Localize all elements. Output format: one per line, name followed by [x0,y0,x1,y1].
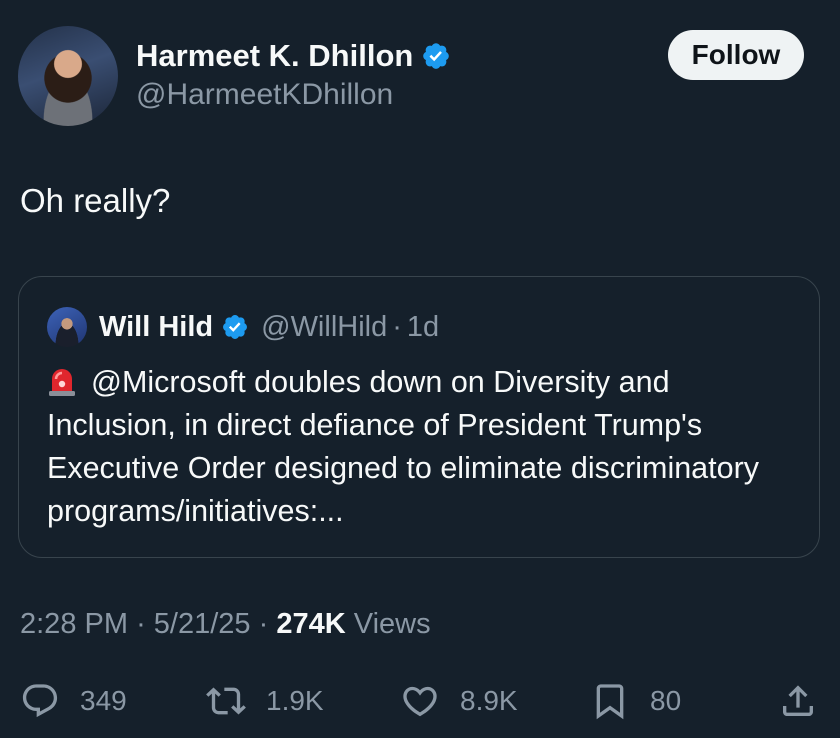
dot-separator: · [392,310,402,343]
rotating-light-emoji-icon [49,369,75,396]
dot-separator: · [258,608,269,640]
quoted-author-avatar[interactable] [47,307,87,347]
reply-count: 349 [80,685,127,716]
heart-icon [403,686,437,717]
repost-button[interactable]: 1.9K [206,676,324,726]
author-header: Harmeet K. Dhillon [136,34,451,78]
views-label: Views [353,608,431,640]
verified-badge-icon [423,43,450,69]
dot-separator: · [136,608,146,640]
share-button[interactable] [778,676,818,726]
author-handle[interactable]: @HarmeetKDhillon [136,78,393,112]
quoted-tweet-header: Will Hild @WillHild · 1d [99,305,439,349]
quoted-tweet-card[interactable]: Will Hild @WillHild · 1d @Microsoft doub… [18,276,820,558]
reply-icon [22,684,58,718]
tweet-time[interactable]: 2:28 PM [20,608,128,640]
bookmark-count: 80 [650,685,682,716]
views-count: 274K [276,608,346,640]
action-bar: 349 1.9K 8.9K 80 [0,676,840,726]
share-icon [783,685,813,716]
bookmark-icon [596,684,624,720]
like-button[interactable]: 8.9K [400,676,518,726]
author-name[interactable]: Harmeet K. Dhillon [136,38,413,74]
quoted-tweet-text: @Microsoft doubles down on Diversity and… [47,361,797,533]
verified-badge-icon [223,315,248,339]
tweet-date[interactable]: 5/21/25 [154,608,251,640]
quoted-author-handle[interactable]: @WillHild [261,311,387,344]
like-count: 8.9K [460,685,518,716]
tweet-text: Oh really? [20,182,171,219]
quoted-tweet-body: @Microsoft doubles down on Diversity and… [47,365,759,528]
follow-button[interactable]: Follow [668,30,804,80]
repost-icon [206,687,246,715]
reply-button[interactable]: 349 [20,676,127,726]
author-avatar[interactable] [18,26,118,126]
tweet-meta: 2:28 PM · 5/21/25 · 274K Views [20,608,431,641]
bookmark-button[interactable]: 80 [590,676,681,726]
quoted-author-name[interactable]: Will Hild [99,311,213,344]
repost-count: 1.9K [266,685,324,716]
quoted-tweet-time[interactable]: 1d [407,311,439,344]
